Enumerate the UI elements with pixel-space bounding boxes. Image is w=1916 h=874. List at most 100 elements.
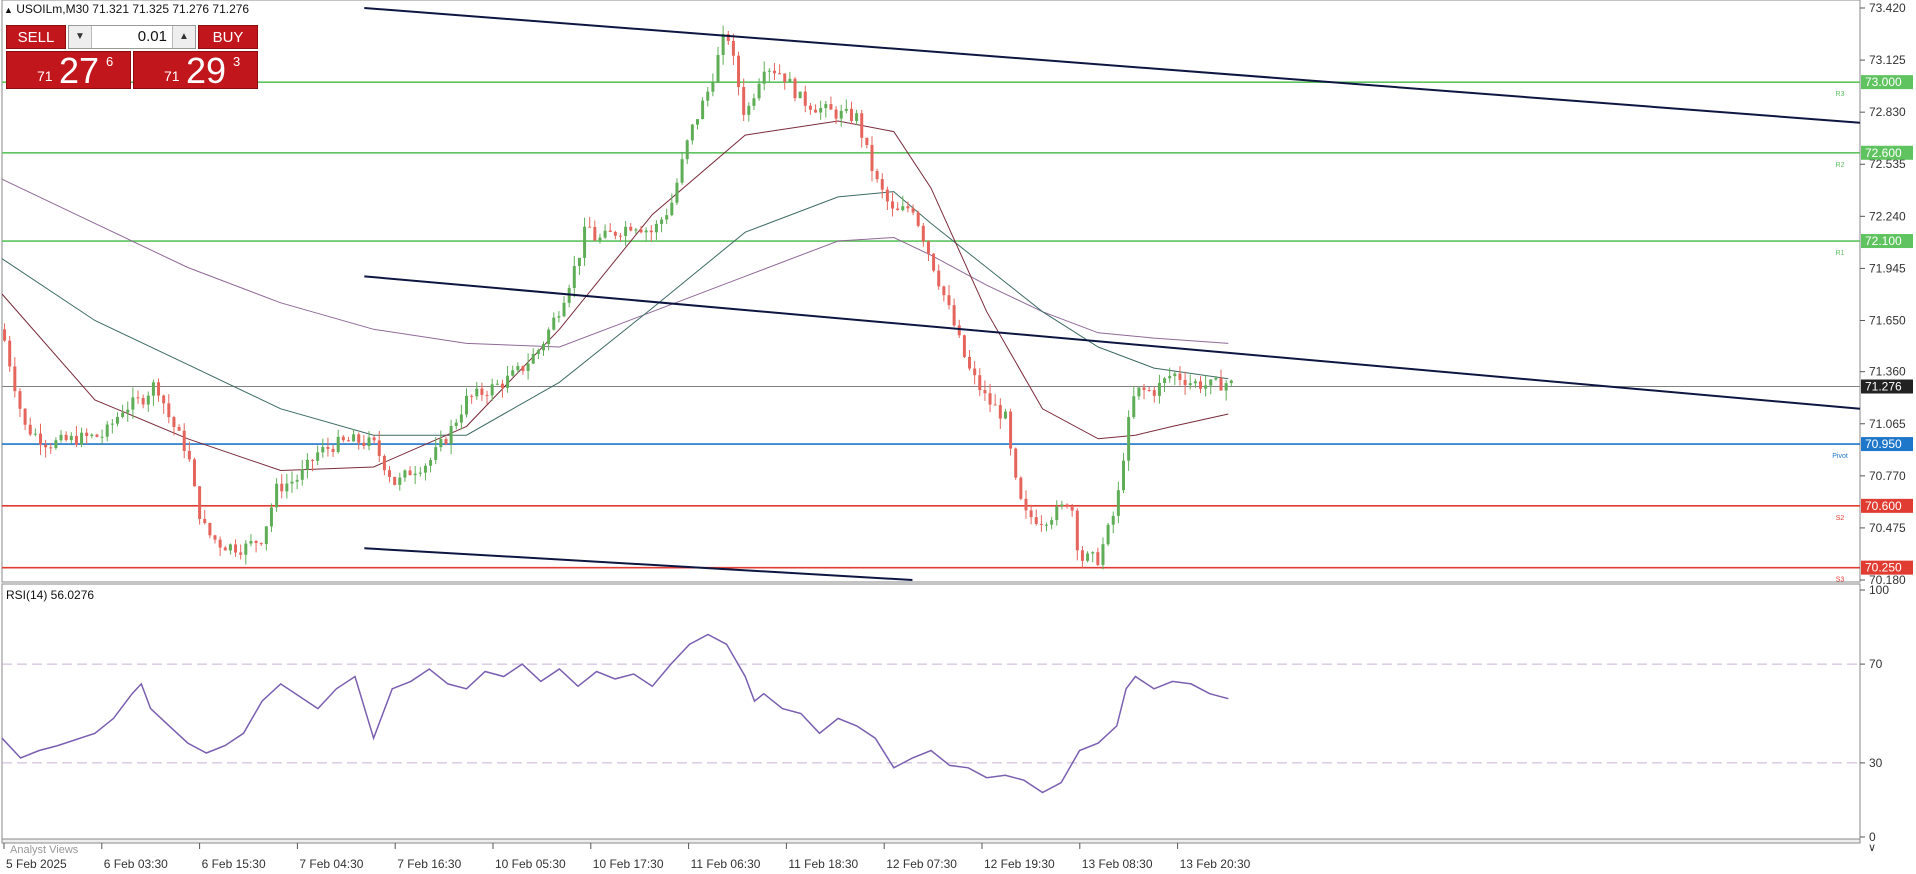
candle-body bbox=[1101, 544, 1105, 565]
candle-body bbox=[74, 435, 78, 445]
candle-body bbox=[187, 450, 191, 460]
candle-body bbox=[18, 391, 22, 409]
candle-body bbox=[475, 388, 479, 397]
candle-body bbox=[357, 434, 361, 443]
candle-body bbox=[1003, 411, 1007, 419]
candle-body bbox=[162, 395, 166, 404]
candle-body bbox=[321, 447, 325, 453]
candle-body bbox=[506, 375, 510, 388]
candle-body bbox=[459, 414, 463, 423]
candle-body bbox=[860, 113, 864, 138]
candle-body bbox=[695, 119, 699, 125]
candle-body bbox=[721, 34, 725, 55]
candle-body bbox=[485, 394, 489, 396]
candle-body bbox=[1055, 506, 1059, 521]
candle-body bbox=[962, 335, 966, 357]
candle-body bbox=[654, 223, 658, 233]
candle-body bbox=[13, 366, 17, 392]
candle-body bbox=[1024, 498, 1028, 511]
candle-body bbox=[311, 459, 315, 461]
candle-body bbox=[192, 459, 196, 487]
candle-body bbox=[588, 226, 592, 228]
candle-body bbox=[290, 481, 294, 484]
candle-body bbox=[372, 437, 376, 441]
collapse-arrow-icon[interactable]: ▲ bbox=[4, 5, 13, 15]
candle-body bbox=[208, 522, 212, 536]
candle-body bbox=[362, 442, 366, 446]
candle-body bbox=[988, 393, 992, 405]
candle-body bbox=[547, 329, 551, 345]
candle-body bbox=[377, 440, 381, 456]
candle-body bbox=[244, 543, 248, 555]
analyst-views-label[interactable]: Analyst Views bbox=[10, 844, 78, 856]
candle-body bbox=[978, 375, 982, 391]
candle-body bbox=[85, 432, 89, 436]
candle bbox=[393, 476, 397, 486]
candle-body bbox=[1188, 383, 1192, 386]
candle-body bbox=[824, 104, 828, 109]
candle-body bbox=[3, 329, 7, 341]
candle-body bbox=[1019, 477, 1023, 499]
candle-body bbox=[1157, 382, 1161, 396]
candle bbox=[793, 76, 797, 102]
candle-body bbox=[1147, 389, 1151, 391]
candle-body bbox=[1029, 510, 1033, 518]
candle-body bbox=[254, 540, 258, 544]
time-tick-label: 11 Feb 18:30 bbox=[788, 857, 858, 871]
price-tick-label: 71.360 bbox=[1869, 365, 1906, 379]
candle-body bbox=[675, 182, 679, 203]
candle-body bbox=[465, 395, 469, 415]
candle-body bbox=[1198, 381, 1202, 389]
price-tick-label: 72.240 bbox=[1869, 209, 1906, 223]
lot-size-stepper[interactable]: ▼ 0.01 ▲ bbox=[68, 25, 196, 49]
candle-body bbox=[947, 295, 951, 306]
lot-increase-icon[interactable]: ▲ bbox=[172, 26, 195, 48]
price-tick-label: 72.830 bbox=[1869, 105, 1906, 119]
candle-body bbox=[1111, 515, 1115, 525]
candle-body bbox=[644, 230, 648, 233]
candle-body bbox=[203, 518, 207, 523]
lot-size-value[interactable]: 0.01 bbox=[91, 26, 173, 48]
candle-body bbox=[8, 340, 12, 367]
candle-body bbox=[23, 408, 27, 425]
candle-body bbox=[1050, 520, 1054, 525]
candle-body bbox=[624, 226, 628, 236]
buy-price-button[interactable]: 71 29 3 bbox=[133, 50, 258, 91]
price-tick-label: 71.650 bbox=[1869, 313, 1906, 327]
candle-body bbox=[1116, 490, 1120, 516]
sell-price-button[interactable]: 71 27 6 bbox=[6, 50, 131, 91]
candle-body bbox=[526, 363, 530, 371]
candle-body bbox=[885, 189, 889, 202]
candle-body bbox=[752, 98, 756, 106]
candle-body bbox=[916, 212, 920, 226]
candle-body bbox=[737, 55, 741, 88]
candle bbox=[8, 335, 12, 372]
candle-body bbox=[54, 440, 58, 449]
candle-body bbox=[295, 479, 299, 482]
candle-body bbox=[1204, 385, 1208, 389]
candle-body bbox=[146, 395, 150, 405]
one-click-trading-panel: SELL ▼ 0.01 ▲ BUY 71 27 6 71 29 3 bbox=[6, 25, 258, 91]
candle-body bbox=[95, 434, 99, 437]
candle-body bbox=[998, 405, 1002, 419]
candle-body bbox=[454, 422, 458, 427]
candle-body bbox=[921, 225, 925, 242]
candle-body bbox=[844, 108, 848, 111]
candle-body bbox=[198, 486, 202, 519]
candle bbox=[932, 252, 936, 273]
candle-body bbox=[234, 544, 238, 553]
candle-body bbox=[829, 104, 833, 110]
candle bbox=[198, 486, 202, 525]
candle-body bbox=[618, 235, 622, 237]
candle-body bbox=[500, 383, 504, 388]
candle-body bbox=[983, 390, 987, 394]
lot-decrease-icon[interactable]: ▼ bbox=[69, 26, 92, 48]
buy-button[interactable]: BUY bbox=[198, 25, 258, 49]
sell-button[interactable]: SELL bbox=[6, 25, 66, 49]
candle-body bbox=[69, 435, 73, 441]
chart-canvas[interactable]: R3 R2 R1 Pivot S2 S3 5 Feb 2025 6 Feb 03:30 6 F… bbox=[0, 0, 1916, 874]
candle-body bbox=[480, 388, 484, 395]
candle bbox=[1019, 476, 1023, 501]
candle-body bbox=[259, 543, 263, 545]
candle-body bbox=[223, 547, 227, 551]
